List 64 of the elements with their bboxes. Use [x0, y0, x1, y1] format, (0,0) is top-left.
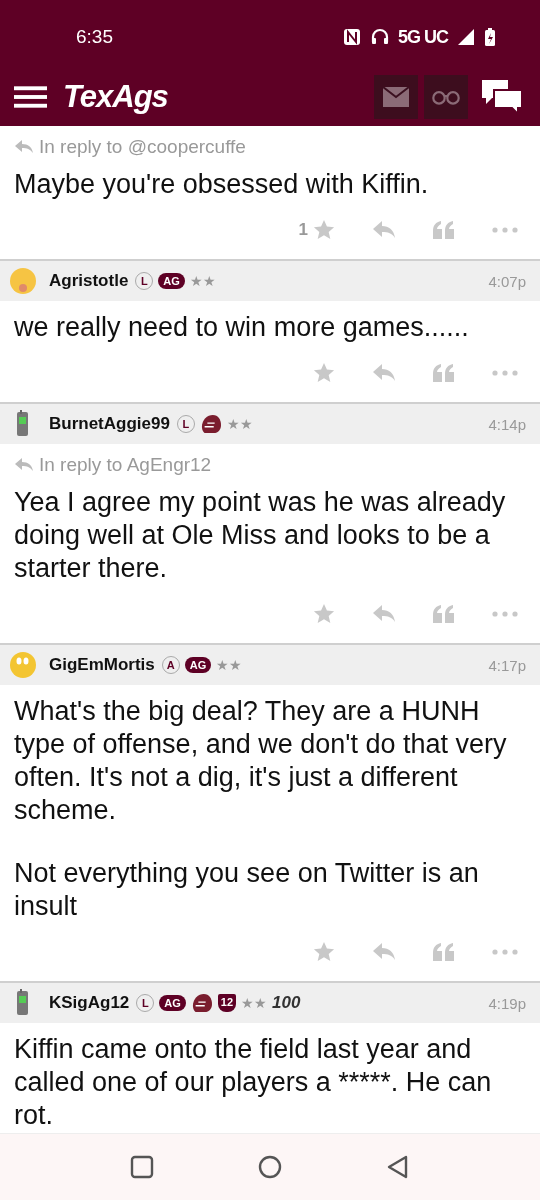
- more-icon: [492, 611, 518, 617]
- member-badge: AG: [158, 273, 185, 289]
- like-button[interactable]: [312, 603, 336, 625]
- post-time: 4:14p: [488, 415, 526, 433]
- back-icon[interactable]: [386, 1155, 410, 1179]
- quote-icon: [432, 219, 456, 241]
- reply-icon: [14, 139, 34, 155]
- username[interactable]: BurnetAggie99: [49, 414, 170, 434]
- emoji-avatar: [8, 650, 38, 680]
- member-badge: AG: [184, 657, 212, 673]
- home-icon[interactable]: [258, 1155, 282, 1179]
- quote-icon: [432, 941, 456, 963]
- quote-button[interactable]: [432, 362, 456, 384]
- like-button[interactable]: [312, 941, 336, 963]
- post-count-label: 100: [272, 993, 301, 1013]
- quote-button[interactable]: [432, 941, 456, 963]
- shield-badge: 12: [217, 994, 237, 1012]
- logo[interactable]: TexAgs: [63, 79, 168, 115]
- envelope-icon: [382, 87, 410, 107]
- more-icon: [492, 227, 518, 233]
- username[interactable]: GigEmMortis: [49, 655, 155, 675]
- menu-icon[interactable]: [14, 85, 47, 109]
- more-button[interactable]: [492, 611, 518, 617]
- star-icon: [312, 941, 336, 963]
- post-text: Not everything you see on Twitter is an insult: [13, 857, 480, 923]
- quote-button[interactable]: [432, 219, 456, 241]
- more-icon: [492, 370, 518, 376]
- reply-icon: [14, 457, 34, 473]
- nfc-icon: [342, 27, 362, 47]
- like-button[interactable]: [312, 362, 336, 384]
- post-time: 4:17p: [488, 656, 526, 674]
- post-text: Kiffin came onto the field last year and called one of our players a *****. He can rot.: [13, 1033, 493, 1132]
- messages-button[interactable]: [374, 75, 418, 119]
- post-time: 4:07p: [488, 272, 526, 290]
- more-icon: [492, 949, 518, 955]
- rank-stars-label: ★★: [216, 657, 243, 673]
- network-label: 5G UC: [398, 26, 448, 48]
- battery-icon: [484, 27, 496, 47]
- quote-icon: [432, 362, 456, 384]
- star-icon: [312, 362, 336, 384]
- member-badge: AG: [159, 995, 186, 1011]
- recents-icon[interactable]: [130, 1155, 154, 1179]
- username[interactable]: KSigAg12: [49, 993, 130, 1013]
- watchlist-button[interactable]: [424, 75, 468, 119]
- rank-stars-label: ★★: [189, 273, 216, 289]
- post-time: 4:19p: [488, 994, 526, 1012]
- more-button[interactable]: [492, 949, 518, 955]
- post-text: What's the big deal? They are a HUNH type of offense, and we don't do that very often. It's not a dig, it's just a different scheme.: [13, 695, 508, 827]
- post-text: we really need to win more games......: [13, 311, 470, 344]
- rank-stars-label: ★★: [241, 995, 268, 1011]
- signal-icon: [456, 27, 476, 47]
- more-button[interactable]: [492, 370, 518, 376]
- star-icon: [312, 219, 336, 241]
- clock-time: 6:35: [76, 26, 114, 48]
- post-text: Yea I agree my point was he was already doing well at Ole Miss and looks to be a starter there.: [13, 486, 507, 585]
- quote-icon: [432, 603, 456, 625]
- post-text: Maybe you're obsessed with Kiffin.: [13, 168, 430, 201]
- star-icon: [312, 603, 336, 625]
- quote-button[interactable]: [432, 603, 456, 625]
- emoji-avatar: [8, 266, 38, 296]
- more-button[interactable]: [492, 227, 518, 233]
- headphones-icon: [370, 27, 390, 47]
- username[interactable]: Agristotle: [49, 271, 129, 291]
- rank-stars-label: ★★: [226, 416, 253, 432]
